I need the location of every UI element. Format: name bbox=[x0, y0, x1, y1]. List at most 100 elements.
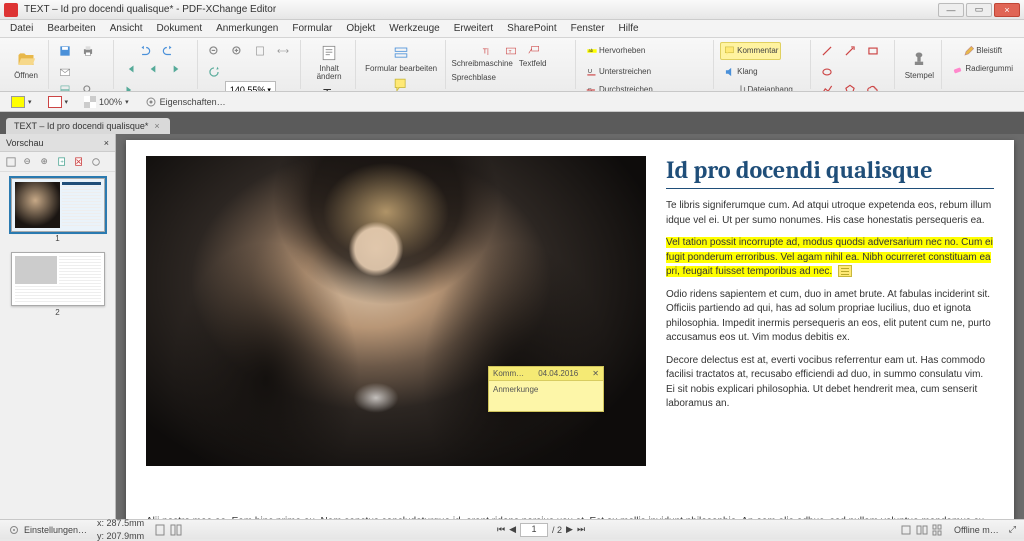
nav-last-button[interactable] bbox=[120, 81, 140, 92]
thumbnail-page-2[interactable]: 2 bbox=[11, 252, 105, 306]
ribbon-toolbar: Öffnen bbox=[0, 38, 1024, 92]
menu-erweitert[interactable]: Erweitert bbox=[448, 21, 499, 36]
edit-content-button[interactable]: Inhalt ändern bbox=[307, 42, 350, 82]
sticky-note-body[interactable]: Anmerkunge bbox=[489, 381, 603, 411]
thumb-options-icon[interactable] bbox=[4, 155, 18, 169]
menu-formular[interactable]: Formular bbox=[286, 21, 338, 36]
tab-close-icon[interactable]: × bbox=[154, 121, 159, 131]
edit-form-button[interactable]: Formular bearbeiten bbox=[362, 42, 440, 74]
oval-tool-button[interactable] bbox=[817, 63, 837, 81]
zoom-level-input[interactable]: 140.55%▾ bbox=[225, 81, 276, 92]
nav-next-button[interactable] bbox=[166, 60, 186, 78]
menu-datei[interactable]: Datei bbox=[4, 21, 39, 36]
thumb-props-icon[interactable] bbox=[89, 155, 103, 169]
strikeout-button[interactable]: SDurchstreichen bbox=[582, 81, 656, 92]
menu-fenster[interactable]: Fenster bbox=[565, 21, 611, 36]
menu-werkzeuge[interactable]: Werkzeuge bbox=[383, 21, 445, 36]
note-close-icon[interactable]: ✕ bbox=[592, 369, 599, 378]
window-close-button[interactable]: × bbox=[994, 3, 1020, 17]
polygon-tool-button[interactable] bbox=[840, 81, 860, 92]
open-button[interactable]: Öffnen bbox=[8, 42, 44, 87]
comment-icon[interactable] bbox=[838, 265, 852, 277]
thumbnail-panel-header: Vorschau × bbox=[0, 134, 115, 152]
opacity-select[interactable]: 100%▾ bbox=[79, 94, 134, 110]
layout-toggle-icons[interactable] bbox=[154, 524, 182, 536]
print-button[interactable] bbox=[78, 42, 98, 60]
document-tab[interactable]: TEXT – Id pro docendi qualisque* × bbox=[6, 118, 170, 134]
textbox-button[interactable]: T bbox=[501, 42, 521, 60]
view-mode-icons[interactable] bbox=[900, 524, 944, 536]
menu-sharepoint[interactable]: SharePoint bbox=[501, 21, 562, 36]
arrow-tool-button[interactable] bbox=[840, 42, 860, 60]
properties-button[interactable]: Eigenschaften… bbox=[140, 94, 231, 110]
typewriter-button[interactable]: T| bbox=[478, 42, 498, 60]
email-button[interactable] bbox=[55, 63, 75, 81]
thumb-zoom-out-icon[interactable] bbox=[21, 155, 35, 169]
article-paragraph: Decore delectus est at, everti vocibus r… bbox=[666, 354, 994, 412]
page-first-icon[interactable]: ⏮ bbox=[497, 524, 505, 535]
app-icon bbox=[4, 3, 18, 17]
sound-button[interactable]: Klang bbox=[720, 63, 760, 81]
nav-prev-button[interactable] bbox=[143, 60, 163, 78]
zoom-out-button[interactable] bbox=[204, 42, 224, 60]
sticky-note-popup[interactable]: Komm…04.04.2016✕ Anmerkunge bbox=[488, 366, 604, 412]
article-paragraph: Te libris signiferumque cum. Ad atqui ut… bbox=[666, 199, 994, 228]
article-title: Id pro docendi qualisque bbox=[666, 156, 994, 189]
thumb-add-icon[interactable]: + bbox=[55, 155, 69, 169]
menu-dokument[interactable]: Dokument bbox=[151, 21, 209, 36]
thumb-zoom-in-icon[interactable] bbox=[38, 155, 52, 169]
document-canvas[interactable]: Komm…04.04.2016✕ Anmerkunge Id pro docen… bbox=[116, 134, 1024, 519]
document-tab-label: TEXT – Id pro docendi qualisque* bbox=[14, 121, 148, 131]
menu-hilfe[interactable]: Hilfe bbox=[613, 21, 645, 36]
expand-icon[interactable]: ⤢ bbox=[1009, 524, 1016, 535]
thumbnail-page-1[interactable]: 1 bbox=[11, 178, 105, 232]
zoom-in-button[interactable] bbox=[227, 42, 247, 60]
article-paragraph: Odio ridens sapientem et cum, duo in ame… bbox=[666, 288, 994, 346]
panel-close-icon[interactable]: × bbox=[104, 138, 109, 148]
fit-width-button[interactable] bbox=[273, 42, 293, 60]
page-next-icon[interactable]: ▶ bbox=[566, 524, 573, 535]
page-prev-icon[interactable]: ◀ bbox=[509, 524, 516, 535]
callout-button[interactable] bbox=[524, 42, 544, 60]
undo-button[interactable] bbox=[135, 42, 155, 60]
polyline-tool-button[interactable] bbox=[817, 81, 837, 92]
page-last-icon[interactable]: ⏭ bbox=[577, 524, 585, 535]
rect-tool-button[interactable] bbox=[863, 42, 883, 60]
menu-anmerkungen[interactable]: Anmerkungen bbox=[210, 21, 284, 36]
rotate-button[interactable] bbox=[204, 63, 224, 81]
window-minimize-button[interactable]: — bbox=[938, 3, 964, 17]
article-photo: Komm…04.04.2016✕ Anmerkunge bbox=[146, 156, 646, 466]
comment-button[interactable]: Kommentar bbox=[720, 42, 781, 60]
pencil-button[interactable]: Bleistift bbox=[959, 42, 1005, 60]
underline-button[interactable]: UUnterstreichen bbox=[582, 63, 654, 81]
stamp-button[interactable]: Stempel bbox=[901, 42, 937, 87]
redo-button[interactable] bbox=[158, 42, 178, 60]
text-tool-button[interactable]: TText bbox=[311, 82, 347, 92]
save-button[interactable] bbox=[55, 42, 75, 60]
search-button[interactable] bbox=[78, 81, 98, 92]
page-number-input[interactable]: 1 bbox=[520, 523, 548, 537]
attachment-button[interactable]: Dateianhang bbox=[731, 81, 796, 92]
settings-button[interactable]: Einstellungen… bbox=[8, 524, 87, 536]
cloud-tool-button[interactable] bbox=[863, 81, 883, 92]
highlight-button[interactable]: abHervorheben bbox=[582, 42, 648, 60]
menu-objekt[interactable]: Objekt bbox=[340, 21, 381, 36]
highlight-annotation[interactable]: Vel tation possit incorrupte ad, modus q… bbox=[666, 237, 993, 277]
edit-annotations-button[interactable]: Anmerkungen bearbeiten bbox=[362, 74, 441, 92]
thumb-delete-icon[interactable] bbox=[72, 155, 86, 169]
menu-ansicht[interactable]: Ansicht bbox=[104, 21, 149, 36]
window-title: TEXT – Id pro docendi qualisque* - PDF-X… bbox=[24, 4, 938, 15]
eraser-button[interactable]: Radiergummi bbox=[948, 60, 1016, 78]
stroke-color-picker[interactable]: ▾ bbox=[43, 94, 74, 110]
fit-page-button[interactable] bbox=[250, 42, 270, 60]
page-navigator[interactable]: ⏮ ◀ 1 / 2 ▶ ⏭ bbox=[497, 523, 585, 537]
menu-bearbeiten[interactable]: Bearbeiten bbox=[41, 21, 101, 36]
thumbnail-list[interactable]: 1 2 bbox=[0, 172, 115, 519]
fill-color-picker[interactable]: ▾ bbox=[6, 94, 37, 110]
nav-first-button[interactable] bbox=[120, 60, 140, 78]
thumbnail-panel: Vorschau × + 1 2 bbox=[0, 134, 116, 519]
window-maximize-button[interactable]: ▭ bbox=[966, 3, 992, 17]
svg-text:+: + bbox=[60, 159, 64, 165]
line-tool-button[interactable] bbox=[817, 42, 837, 60]
scan-button[interactable] bbox=[55, 81, 75, 92]
